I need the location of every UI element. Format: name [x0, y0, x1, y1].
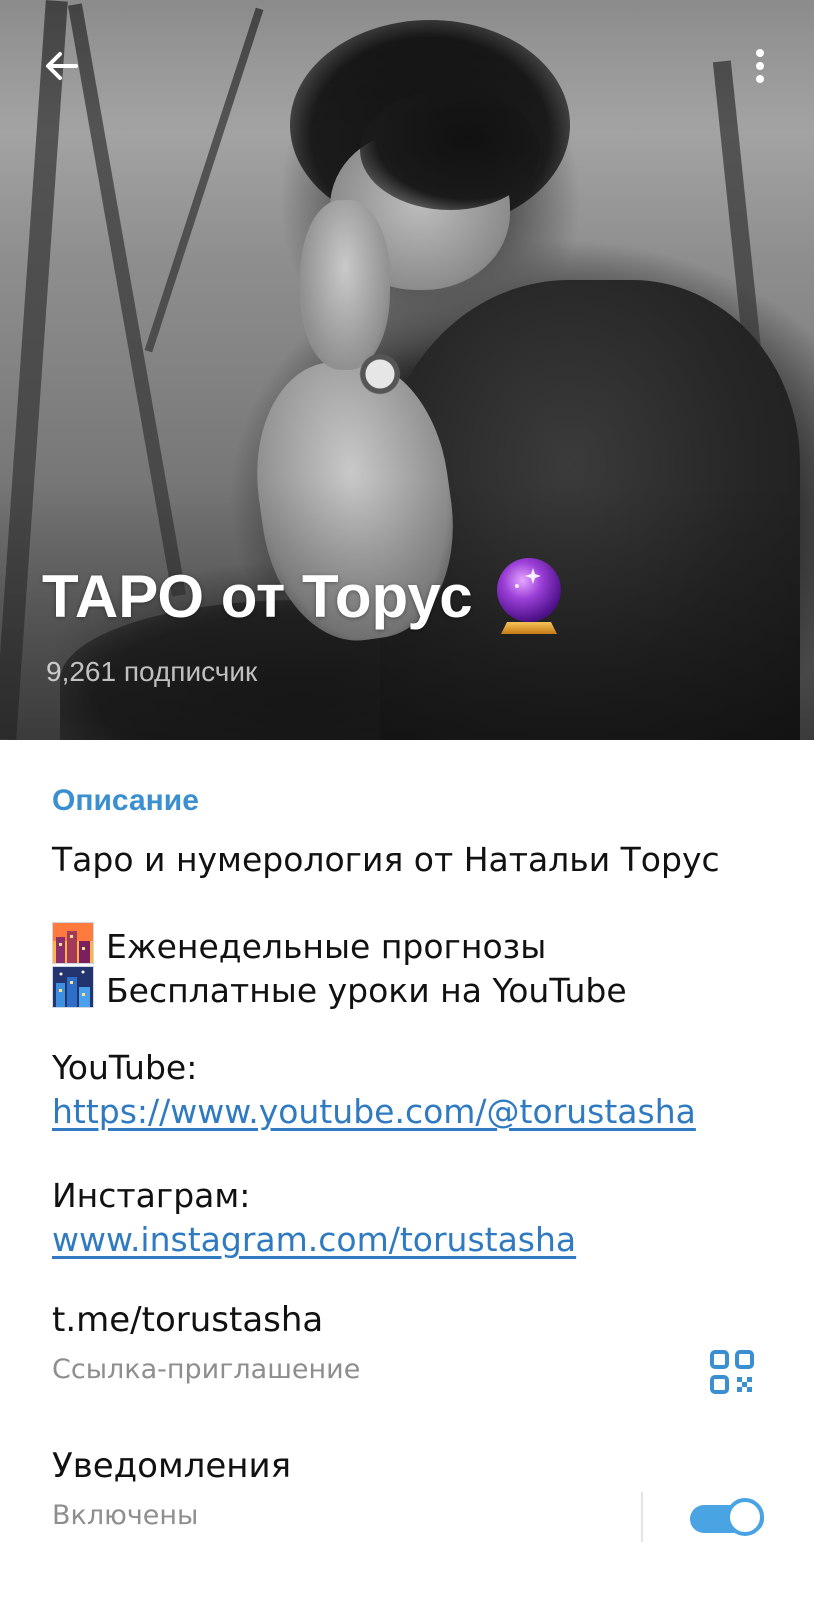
back-button[interactable]: [36, 40, 88, 92]
more-options-button[interactable]: [734, 40, 786, 92]
invite-link[interactable]: t.me/torustasha: [52, 1300, 323, 1340]
youtube-label: YouTube:: [52, 1048, 198, 1087]
notifications-status: Включены: [52, 1500, 199, 1531]
bullet-text: Бесплатные уроки на YouTube: [106, 971, 627, 1010]
notifications-toggle[interactable]: [690, 1498, 768, 1538]
night-city-icon: [52, 966, 94, 1008]
youtube-link[interactable]: https://www.youtube.com/@torustasha: [52, 1090, 696, 1134]
description-bullet: Еженедельные прогнозы: [52, 922, 546, 969]
description-intro: Таро и нумерология от Натальи Торус: [52, 840, 720, 879]
divider: [641, 1492, 643, 1542]
more-vertical-icon: [756, 49, 764, 83]
invite-link-label: Ссылка-приглашение: [52, 1354, 361, 1385]
qr-code-icon[interactable]: [708, 1348, 756, 1396]
description-heading: Описание: [52, 784, 199, 817]
toggle-knob: [726, 1498, 764, 1536]
description-bullet: Бесплатные уроки на YouTube: [52, 966, 627, 1013]
city-sunset-icon: [52, 922, 94, 964]
crystal-ball-icon: [496, 558, 561, 634]
instagram-label: Инстаграм:: [52, 1176, 251, 1215]
channel-name: ТАРО от Торус: [42, 562, 473, 630]
arrow-left-icon: [46, 52, 78, 80]
notifications-title[interactable]: Уведомления: [52, 1446, 291, 1486]
channel-info: Описание Таро и нумерология от Натальи Т…: [0, 740, 814, 1600]
subscriber-count: 9,261 подписчик: [46, 656, 258, 687]
channel-title: ТАРО от Торус: [42, 556, 565, 636]
instagram-link[interactable]: www.instagram.com/torustasha: [52, 1218, 576, 1262]
bullet-text: Еженедельные прогнозы: [106, 927, 547, 966]
